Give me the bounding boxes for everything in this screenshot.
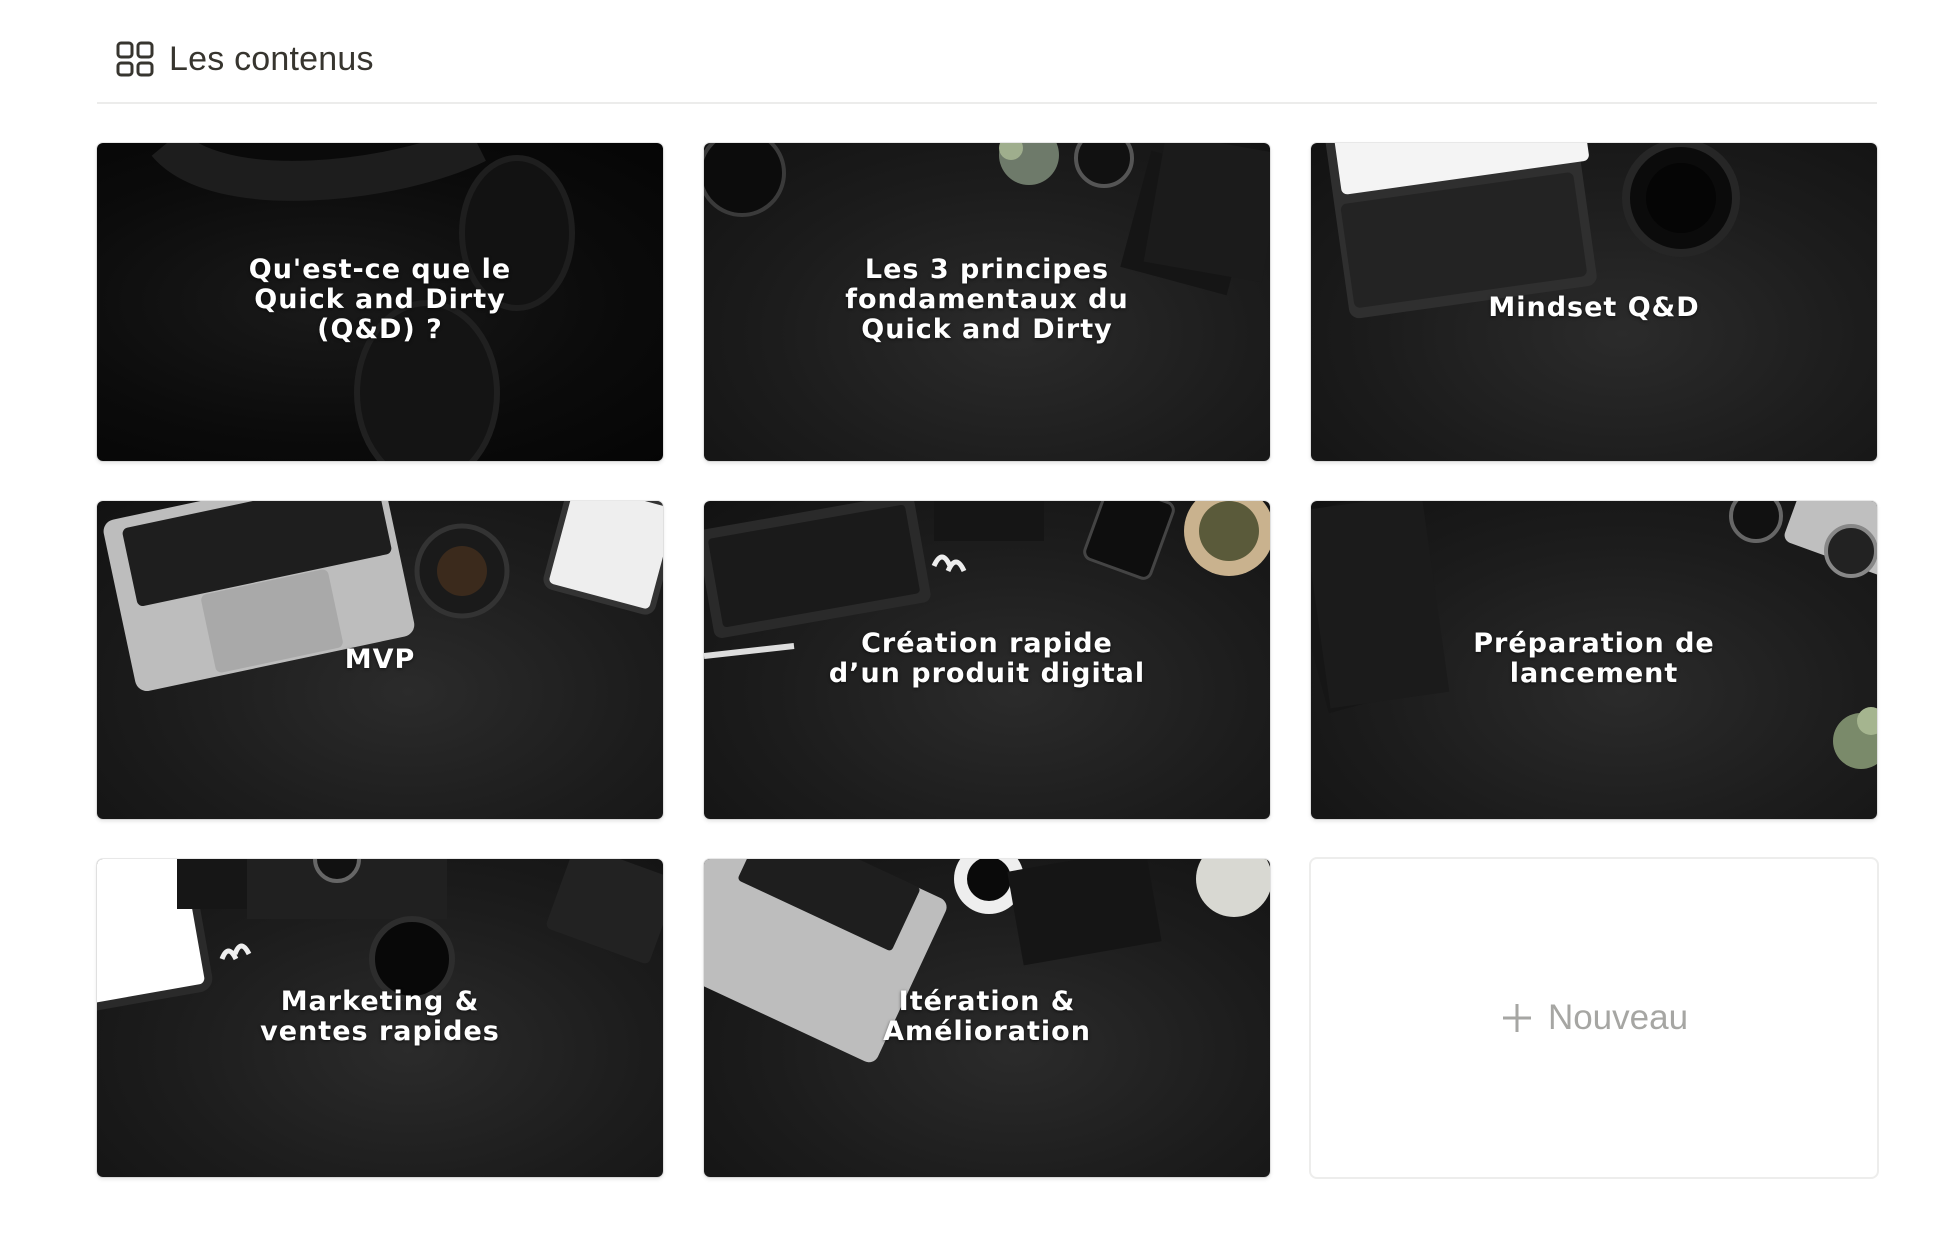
card-title: Itération & Amélioration	[883, 986, 1091, 1047]
gallery-card[interactable]: Les 3 principes fondamentaux du Quick an…	[704, 143, 1270, 461]
card-title: Qu'est-ce que le Quick and Dirty (Q&D) ?	[248, 254, 512, 345]
gallery-card[interactable]: Création rapide d’un produit digital	[704, 501, 1270, 819]
gallery-card[interactable]: MVP	[97, 501, 663, 819]
gallery-card[interactable]: Préparation de lancement	[1311, 501, 1877, 819]
plus-icon	[1502, 1004, 1531, 1032]
gallery-view-tab[interactable]: Les contenus	[115, 34, 374, 84]
gallery-grid-icon	[116, 41, 154, 77]
card-title: Création rapide d’un produit digital	[828, 628, 1146, 689]
card-title: MVP	[344, 644, 416, 675]
gallery-card[interactable]: Itération & Amélioration	[704, 859, 1270, 1177]
card-title: Les 3 principes fondamentaux du Quick an…	[845, 254, 1129, 345]
gallery-card[interactable]: Marketing & ventes rapides	[97, 859, 663, 1177]
gallery-card[interactable]: Mindset Q&D	[1311, 143, 1877, 461]
gallery-grid: Qu'est-ce que le Quick and Dirty (Q&D) ?…	[97, 143, 1877, 1177]
card-title: Mindset Q&D	[1488, 292, 1700, 323]
new-item-button[interactable]: Nouveau	[1311, 859, 1877, 1177]
new-item-label: Nouveau	[1547, 998, 1689, 1037]
card-title: Marketing & ventes rapides	[260, 986, 500, 1047]
card-title: Préparation de lancement	[1473, 628, 1715, 689]
view-header: Les contenus	[97, 20, 1877, 104]
view-title: Les contenus	[169, 39, 374, 78]
gallery-card[interactable]: Qu'est-ce que le Quick and Dirty (Q&D) ?	[97, 143, 663, 461]
